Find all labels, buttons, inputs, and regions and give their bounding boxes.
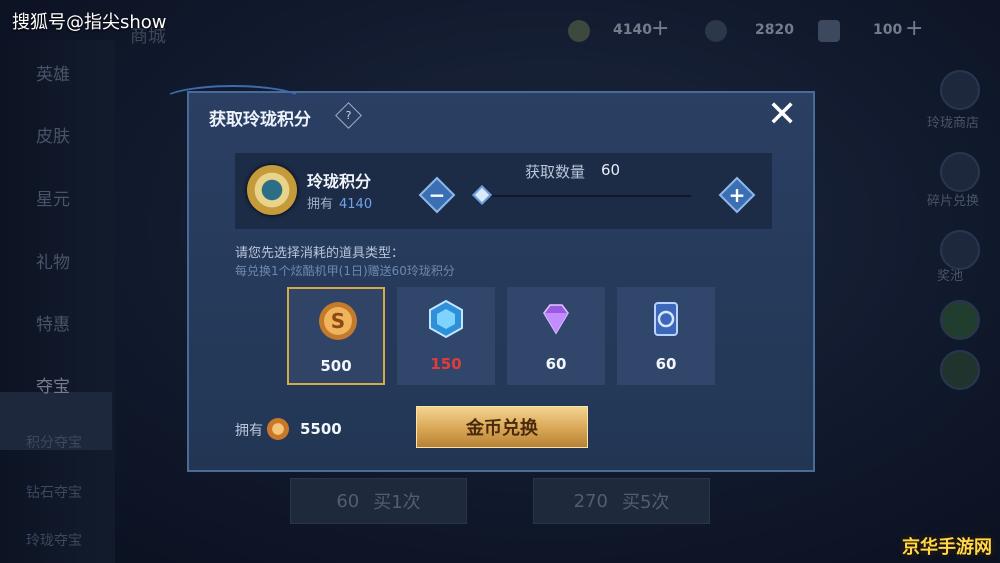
option-gold-coin[interactable]: S 500 (287, 287, 385, 385)
option-purple-diamond[interactable]: 60 (507, 287, 605, 385)
close-icon[interactable]: ✕ (767, 97, 797, 133)
points-name: 玲珑积分 (307, 172, 372, 191)
option-blue-crystal[interactable]: 150 (397, 287, 495, 385)
plus-icon: + (728, 183, 746, 207)
option-blue-crystal-value: 150 (430, 355, 462, 373)
minus-icon: − (428, 183, 446, 207)
dialog-title: 获取玲珑积分 (209, 110, 311, 130)
own-coins-label: 拥有 (235, 423, 263, 439)
help-icon[interactable]: ? (335, 102, 362, 129)
gold-coin-icon: S (319, 302, 357, 340)
watermark-top: 搜狐号@指尖show (12, 12, 167, 33)
option-voucher-card-value: 60 (655, 355, 677, 373)
quantity-plus-button[interactable]: + (718, 176, 756, 214)
points-own: 拥有 4140 (307, 193, 372, 212)
quantity-minus-button[interactable]: − (418, 176, 456, 214)
purple-diamond-icon (543, 304, 569, 335)
option-gold-coin-value: 500 (320, 357, 352, 375)
svg-text:S: S (331, 309, 345, 333)
get-points-dialog: 获取玲珑积分 ? ✕ 玲珑积分 拥有 4140 获取数量 60 − + 请您先选择… (161, 85, 815, 472)
quantity-value: 60 (601, 161, 621, 179)
coin-exchange-button[interactable]: 金币兑换 (416, 406, 588, 448)
points-panel: 玲珑积分 拥有 4140 获取数量 60 − + (235, 153, 772, 229)
help-glyph: ? (345, 109, 352, 122)
option-voucher-card[interactable]: 60 (617, 287, 715, 385)
watermark-bottom: 京华手游网 (902, 537, 992, 558)
voucher-card-icon (654, 302, 678, 336)
blue-crystal-icon (429, 299, 463, 339)
points-own-value: 4140 (339, 197, 373, 212)
bonus-hint: 每兑换1个炫酷机甲(1日)赠送60玲珑积分 (235, 264, 455, 278)
quantity-slider-thumb[interactable] (472, 185, 492, 205)
gold-coin-small-icon (267, 418, 289, 440)
points-own-label: 拥有 (307, 197, 334, 212)
option-purple-diamond-value: 60 (545, 355, 567, 373)
quantity-slider-track[interactable] (481, 195, 691, 197)
own-coins-value: 5500 (300, 420, 342, 438)
linglong-points-icon (247, 165, 297, 215)
select-item-hint: 请您先选择消耗的道具类型： (235, 246, 405, 261)
quantity-label: 获取数量 (525, 163, 586, 181)
